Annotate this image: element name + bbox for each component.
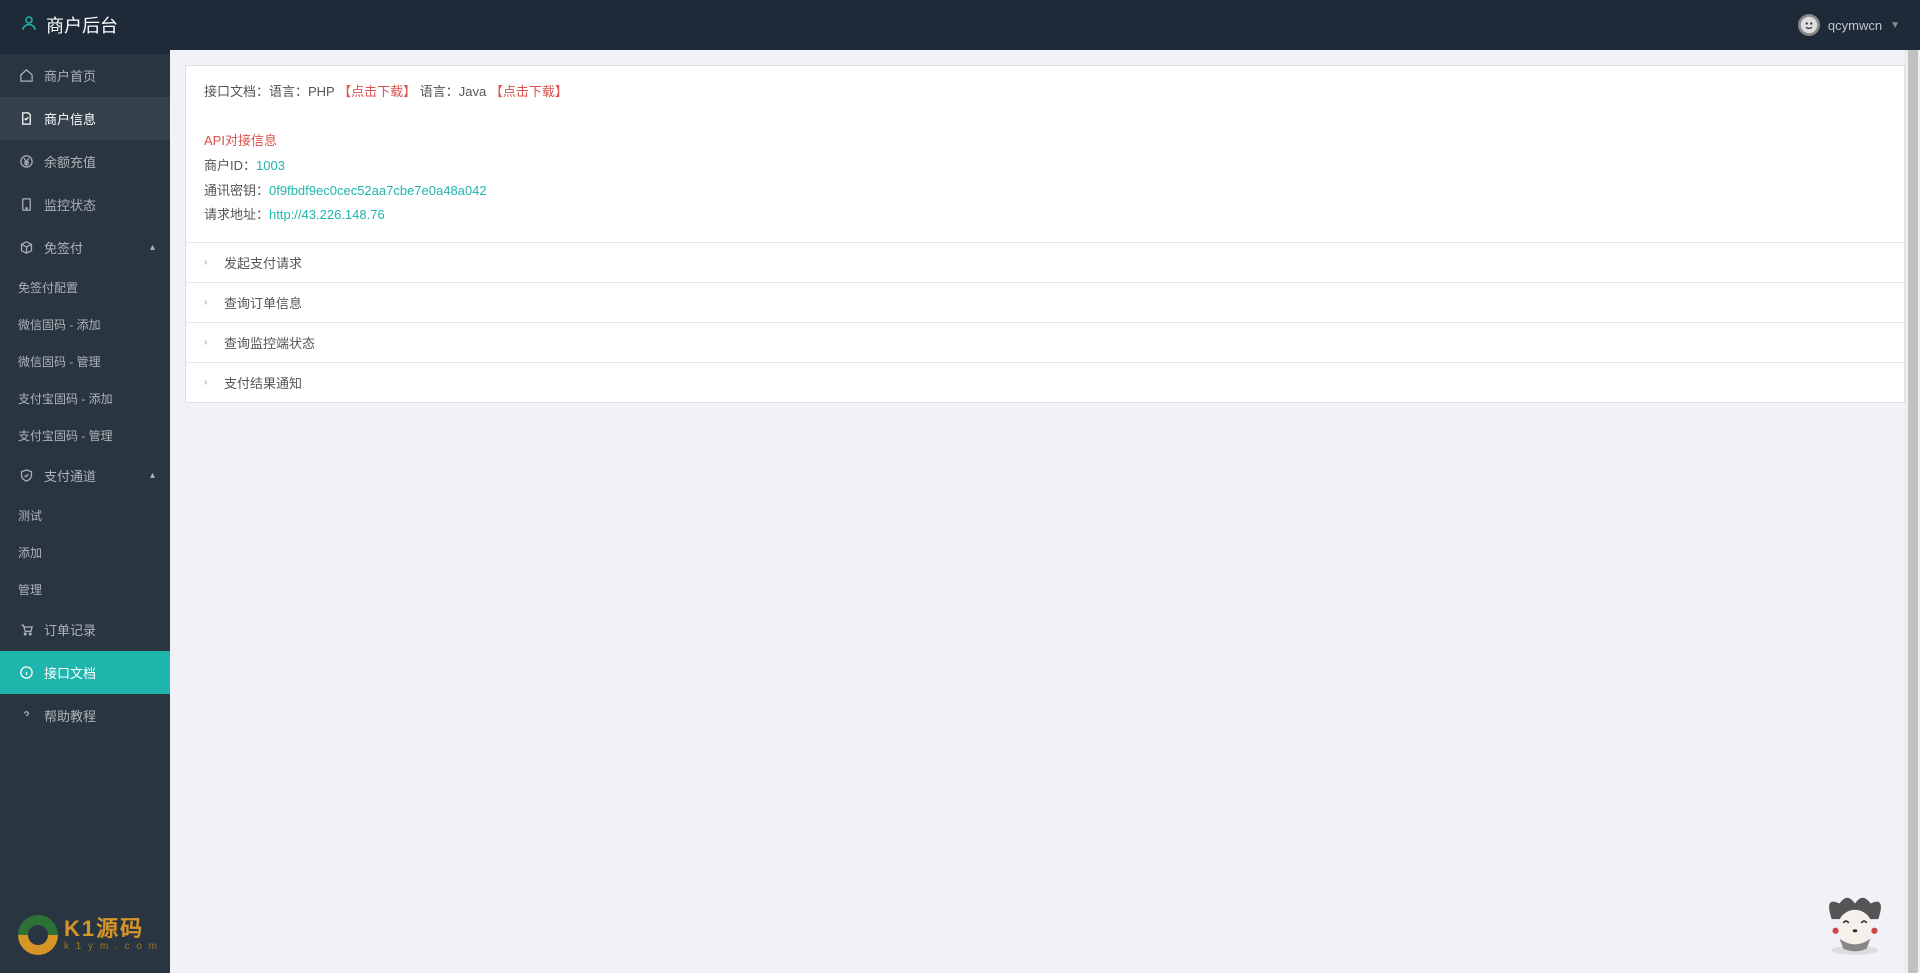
- nav-sub-label: 支付宝固码 - 管理: [18, 429, 113, 443]
- document-icon: [18, 111, 34, 127]
- nav-free-sign-config[interactable]: 免签付配置: [0, 269, 170, 306]
- java-download-link[interactable]: 【点击下载】: [490, 84, 568, 99]
- accordion-query-monitor[interactable]: › 查询监控端状态: [186, 323, 1904, 362]
- nav-wx-fixed-add[interactable]: 微信固码 - 添加: [0, 306, 170, 343]
- accordion-label: 发起支付请求: [224, 253, 302, 272]
- nav-label: 商户首页: [44, 66, 96, 85]
- merchant-id-value: 1003: [256, 158, 285, 173]
- secret-value: 0f9fbdf9ec0cec52aa7cbe7e0a48a042: [269, 183, 487, 198]
- chevron-right-icon: ›: [204, 297, 214, 308]
- nav-help-tutorial[interactable]: 帮助教程: [0, 694, 170, 737]
- api-info-title: API对接信息: [204, 129, 1886, 154]
- home-icon: [18, 68, 34, 84]
- username-label: qcymwcn: [1828, 18, 1882, 33]
- question-icon: [18, 708, 34, 724]
- doc-text-java: 语言：Java: [420, 84, 486, 99]
- merchant-id-label: 商户ID：: [204, 158, 256, 173]
- request-url-label: 请求地址：: [204, 207, 269, 222]
- accordion-pay-notify[interactable]: › 支付结果通知: [186, 363, 1904, 402]
- nav-sub-label: 测试: [18, 509, 42, 523]
- header-title: 商户后台: [46, 12, 118, 38]
- nav-label: 接口文档: [44, 663, 96, 682]
- nav-pay-manage[interactable]: 管理: [0, 571, 170, 608]
- nav-label: 商户信息: [44, 109, 96, 128]
- nav-sub-label: 管理: [18, 583, 42, 597]
- scrollbar-thumb[interactable]: [1908, 0, 1918, 973]
- accordion-query-order[interactable]: › 查询订单信息: [186, 283, 1904, 322]
- nav-free-sign[interactable]: 免签付 ▴: [0, 226, 170, 269]
- nav-pay-test[interactable]: 测试: [0, 497, 170, 534]
- nav-balance-recharge[interactable]: 余额充值: [0, 140, 170, 183]
- accordion-label: 查询监控端状态: [224, 333, 315, 352]
- nav-label: 免签付: [44, 238, 83, 257]
- user-icon: [20, 14, 38, 37]
- chevron-right-icon: ›: [204, 337, 214, 348]
- nav-label: 监控状态: [44, 195, 96, 214]
- user-menu[interactable]: qcymwcn ▼: [1798, 14, 1900, 36]
- info-icon: [18, 665, 34, 681]
- chevron-right-icon: ›: [204, 257, 214, 268]
- nav-sub-label: 微信固码 - 添加: [18, 318, 101, 332]
- header-bar: 商户后台 qcymwcn ▼: [0, 0, 1920, 50]
- caret-down-icon: ▼: [1890, 20, 1900, 31]
- nav-sub-label: 支付宝固码 - 添加: [18, 392, 113, 406]
- nav-sub-label: 添加: [18, 546, 42, 560]
- nav-api-doc[interactable]: 接口文档: [0, 651, 170, 694]
- nav-sub-label: 微信固码 - 管理: [18, 355, 101, 369]
- nav-monitor-status[interactable]: 监控状态: [0, 183, 170, 226]
- logo[interactable]: 商户后台: [20, 12, 118, 38]
- nav-ali-fixed-add[interactable]: 支付宝固码 - 添加: [0, 380, 170, 417]
- tablet-icon: [18, 197, 34, 213]
- accordion-label: 支付结果通知: [224, 373, 302, 392]
- chevron-up-icon: ▴: [150, 470, 155, 481]
- chevron-right-icon: ›: [204, 377, 214, 388]
- accordion-pay-request[interactable]: › 发起支付请求: [186, 243, 1904, 282]
- cart-icon: [18, 622, 34, 638]
- nav-pay-channel[interactable]: 支付通道 ▴: [0, 454, 170, 497]
- shield-icon: [18, 468, 34, 484]
- nav-label: 余额充值: [44, 152, 96, 171]
- cube-icon: [18, 240, 34, 256]
- nav-label: 支付通道: [44, 466, 96, 485]
- sidebar: 商户首页 商户信息 余额充值 监控状态 免签付 ▴ 免签付配置 微信固码 - 添…: [0, 50, 170, 973]
- secret-label: 通讯密钥：: [204, 183, 269, 198]
- api-doc-body: 接口文档：语言：PHP 【点击下载】 语言：Java 【点击下载】 API对接信…: [186, 66, 1904, 242]
- api-doc-panel: 接口文档：语言：PHP 【点击下载】 语言：Java 【点击下载】 API对接信…: [185, 65, 1905, 403]
- nav-label: 订单记录: [44, 620, 96, 639]
- request-url-value[interactable]: http://43.226.148.76: [269, 207, 385, 222]
- doc-text-prefix: 接口文档：语言：PHP: [204, 84, 335, 99]
- php-download-link[interactable]: 【点击下载】: [338, 84, 416, 99]
- main-content: 接口文档：语言：PHP 【点击下载】 语言：Java 【点击下载】 API对接信…: [170, 50, 1920, 973]
- yen-icon: [18, 154, 34, 170]
- nav-home[interactable]: 商户首页: [0, 54, 170, 97]
- scrollbar[interactable]: [1905, 0, 1920, 973]
- nav-wx-fixed-manage[interactable]: 微信固码 - 管理: [0, 343, 170, 380]
- nav-order-record[interactable]: 订单记录: [0, 608, 170, 651]
- nav-label: 帮助教程: [44, 706, 96, 725]
- chevron-up-icon: ▴: [150, 242, 155, 253]
- nav-sub-label: 免签付配置: [18, 281, 78, 295]
- nav-merchant-info[interactable]: 商户信息: [0, 97, 170, 140]
- accordion-label: 查询订单信息: [224, 293, 302, 312]
- avatar-icon: [1798, 14, 1820, 36]
- nav-ali-fixed-manage[interactable]: 支付宝固码 - 管理: [0, 417, 170, 454]
- nav-pay-add[interactable]: 添加: [0, 534, 170, 571]
